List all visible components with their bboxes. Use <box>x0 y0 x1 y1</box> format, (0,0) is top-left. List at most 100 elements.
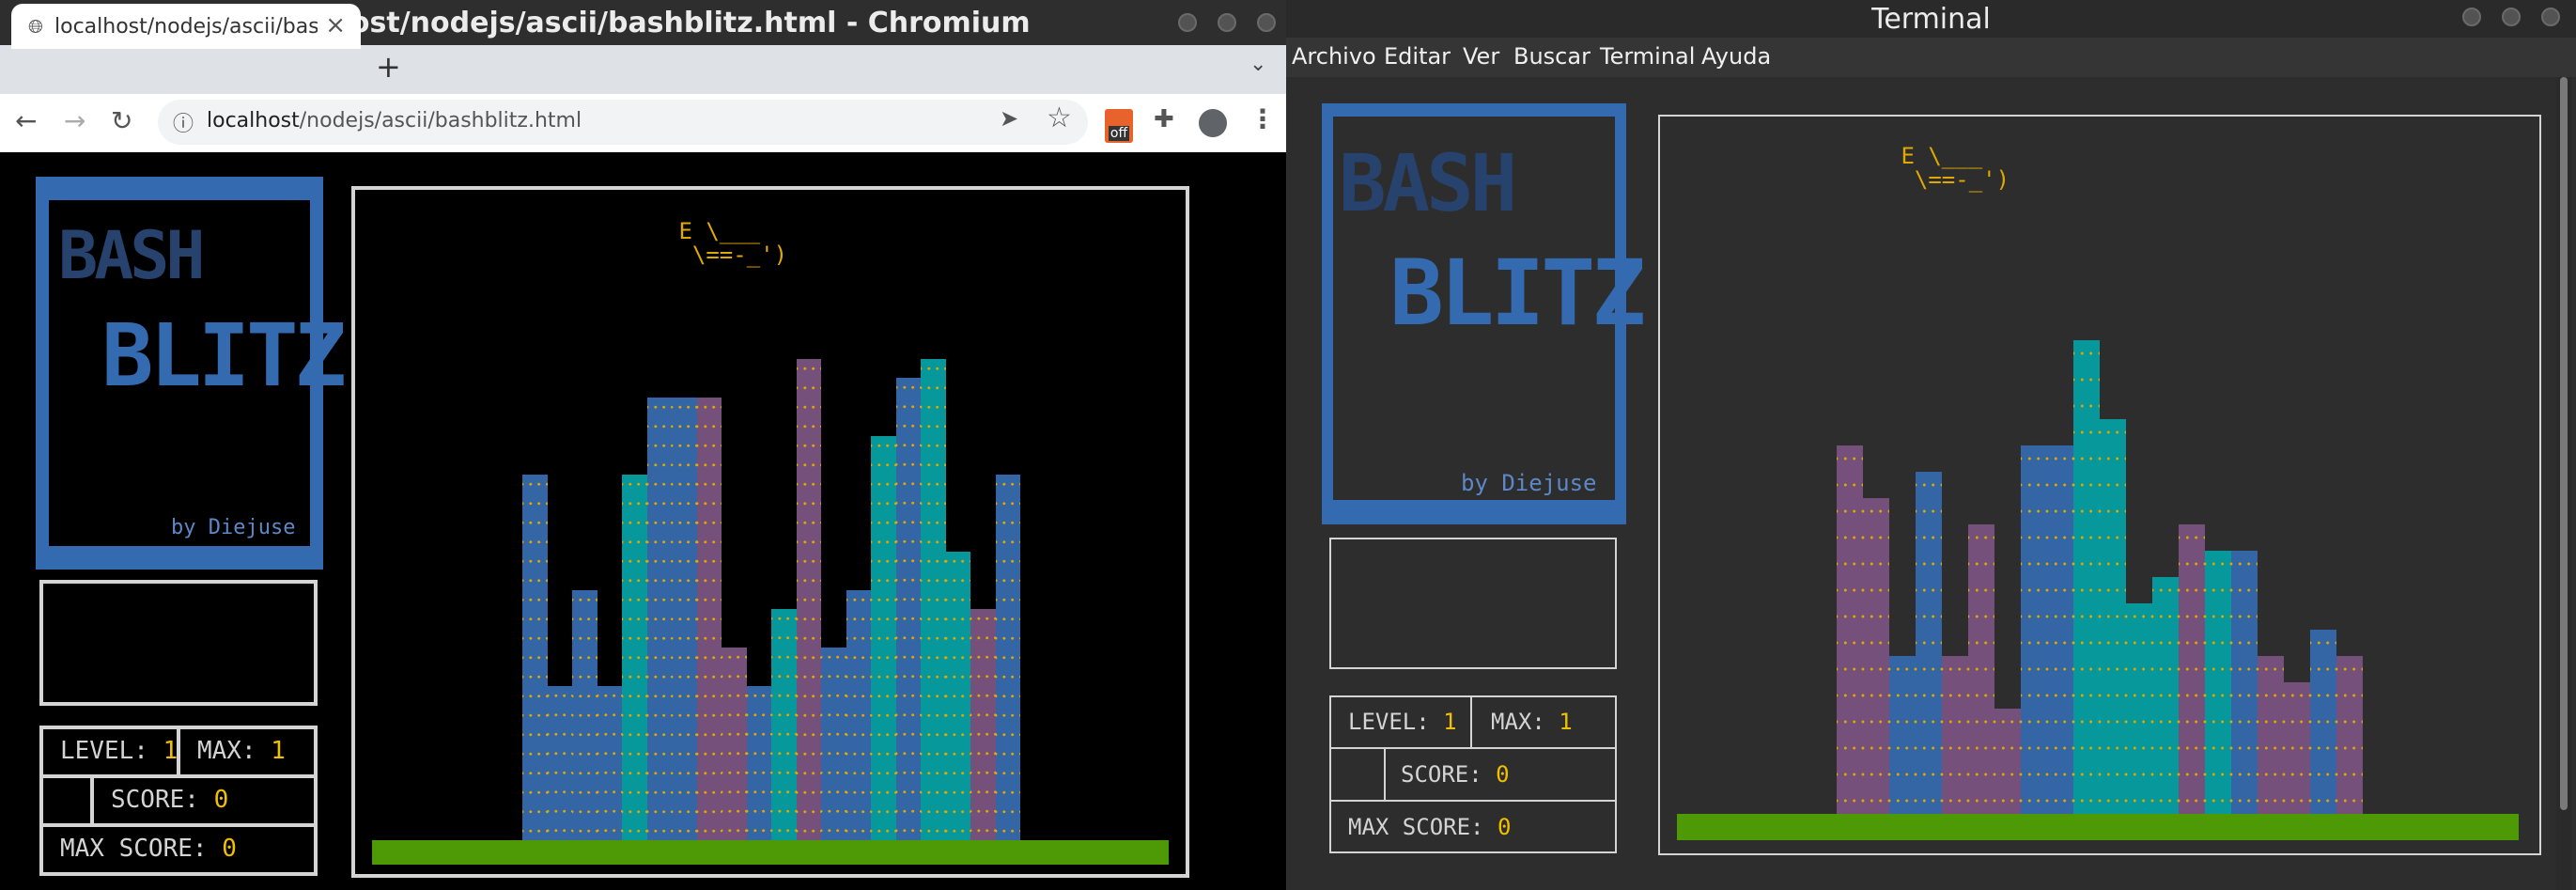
logo-byline: by Diejuse <box>1461 470 1597 496</box>
terminal-titlebar: Terminal <box>1286 0 2576 38</box>
building <box>1942 656 1968 814</box>
forward-icon[interactable]: → <box>64 105 85 136</box>
logo-word-blitz: BLITZ <box>101 305 347 406</box>
menu-ver[interactable]: Ver <box>1463 43 1499 70</box>
tab-title: localhost/nodejs/ascii/bas <box>54 14 318 39</box>
score-value: 0 <box>1496 761 1510 788</box>
level-value: 1 <box>1443 709 1457 735</box>
level-stat: LEVEL: 1 <box>1348 709 1457 735</box>
new-tab-button[interactable]: + <box>376 49 401 85</box>
building <box>945 551 970 840</box>
building <box>696 397 722 840</box>
max-stat: MAX: 1 <box>1491 709 1573 735</box>
logo-word-bash: BASH <box>58 217 206 294</box>
url-text[interactable]: localhost/nodejs/ascii/bashblitz.html <box>207 109 582 133</box>
divider <box>1331 747 1615 749</box>
max-score-label: MAX SCORE: <box>1348 814 1484 840</box>
site-info-icon[interactable]: ⓘ <box>173 107 194 137</box>
building <box>2258 656 2284 814</box>
building <box>1837 445 1863 814</box>
tab-strip <box>0 45 1286 94</box>
plane-line-1: E \___ <box>665 218 761 244</box>
building <box>2073 340 2100 814</box>
menu-ayuda[interactable]: Ayuda <box>1701 43 1771 70</box>
max-score-stat: MAX SCORE: 0 <box>60 835 237 863</box>
close-window-button[interactable] <box>2541 8 2560 26</box>
logo-word-blitz: BLITZ <box>1389 241 1646 346</box>
terminal-window: Terminal Archivo Editar Ver Buscar Termi… <box>1286 0 2576 890</box>
player-plane: E \___ \==-_') <box>1887 143 2010 194</box>
profile-avatar-icon[interactable] <box>1199 109 1227 137</box>
bookmark-star-icon[interactable]: ☆ <box>1047 101 1072 134</box>
max-score-label: MAX SCORE: <box>60 835 208 863</box>
url-host: localhost <box>207 109 300 133</box>
building <box>2205 551 2231 814</box>
building <box>2152 577 2179 814</box>
game-logo: BASH BLITZ by Diejuse <box>49 200 347 546</box>
building <box>2310 630 2336 814</box>
url-path: /nodejs/ascii/bashblitz.html <box>299 109 582 133</box>
score-value: 0 <box>213 786 229 814</box>
plane-line-1: E \___ <box>1887 143 1983 169</box>
chromium-window: localhost/nodejs/ascii/bashblitz.html - … <box>0 0 1286 890</box>
scrollbar-thumb[interactable] <box>2560 77 2568 810</box>
building <box>646 397 672 840</box>
building <box>846 589 871 840</box>
building <box>771 609 797 840</box>
building <box>547 686 572 840</box>
browser-tab[interactable]: 🌐︎ localhost/nodejs/ascii/bas × <box>11 4 361 49</box>
building <box>522 474 548 840</box>
maximize-button[interactable] <box>1218 13 1236 32</box>
building <box>1916 472 1942 814</box>
score-label: SCORE: <box>1401 761 1482 788</box>
extension-icon[interactable]: off <box>1105 109 1133 143</box>
tab-close-icon[interactable]: × <box>325 11 346 39</box>
level-stat: LEVEL: 1 <box>60 737 178 765</box>
score-stat: SCORE: 0 <box>111 786 228 814</box>
message-box <box>39 580 318 706</box>
building <box>1994 709 2021 814</box>
building <box>2021 445 2047 814</box>
building <box>1968 524 1994 814</box>
building <box>2284 682 2310 814</box>
logo-word-bash: BASH <box>1339 137 1517 229</box>
divider <box>1331 800 1615 802</box>
divider <box>43 774 314 778</box>
menu-terminal[interactable]: Terminal <box>1600 43 1695 70</box>
building <box>796 358 821 840</box>
close-window-button[interactable] <box>1257 13 1276 32</box>
divider <box>1470 697 1472 748</box>
level-label: LEVEL: <box>1348 709 1430 735</box>
menu-buscar[interactable]: Buscar <box>1513 43 1591 70</box>
maximize-button[interactable] <box>2502 8 2521 26</box>
building <box>597 686 622 840</box>
building <box>821 648 846 840</box>
max-value: 1 <box>271 737 286 765</box>
building <box>995 474 1020 840</box>
building <box>1889 656 1916 814</box>
minimize-button[interactable] <box>1178 13 1197 32</box>
menu-archivo[interactable]: Archivo <box>1292 43 1376 70</box>
building <box>2047 445 2073 814</box>
building <box>622 474 647 840</box>
globe-icon: 🌐︎ <box>28 15 43 38</box>
minimize-button[interactable] <box>2462 8 2481 26</box>
back-icon[interactable]: ← <box>15 105 37 136</box>
building <box>2336 656 2363 814</box>
reload-icon[interactable]: ↻ <box>111 105 132 136</box>
extensions-puzzle-icon[interactable]: ✚ <box>1154 105 1174 133</box>
building <box>2126 603 2152 814</box>
share-icon[interactable]: ➤ <box>1000 105 1018 132</box>
menu-editar[interactable]: Editar <box>1384 43 1451 70</box>
level-value: 1 <box>163 737 178 765</box>
tab-search-icon[interactable]: ⌄ <box>1249 53 1266 76</box>
logo-byline: by Diejuse <box>171 516 296 539</box>
browser-menu-icon[interactable]: ⋮ <box>1249 103 1276 134</box>
max-score-value: 0 <box>222 835 237 863</box>
max-label: MAX: <box>1491 709 1545 735</box>
plane-line-2: \==-_') <box>1887 166 2010 194</box>
max-score-stat: MAX SCORE: 0 <box>1348 814 1511 840</box>
score-stat: SCORE: 0 <box>1401 761 1510 788</box>
building <box>871 435 896 840</box>
divider <box>90 778 94 823</box>
